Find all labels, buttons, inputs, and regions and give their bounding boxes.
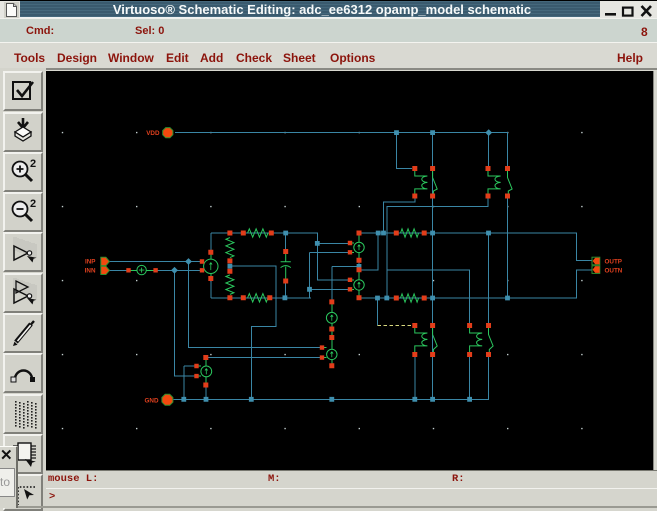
svg-text:OUTN: OUTN <box>605 268 623 275</box>
svg-text:OUTP: OUTP <box>605 258 623 265</box>
svg-text:GND: GND <box>145 398 159 405</box>
svg-text:2: 2 <box>30 198 36 210</box>
svg-text:VDD: VDD <box>146 130 160 137</box>
svg-text:INP: INP <box>85 259 96 266</box>
svg-text:INN: INN <box>85 268 96 275</box>
svg-text:2: 2 <box>30 158 36 170</box>
